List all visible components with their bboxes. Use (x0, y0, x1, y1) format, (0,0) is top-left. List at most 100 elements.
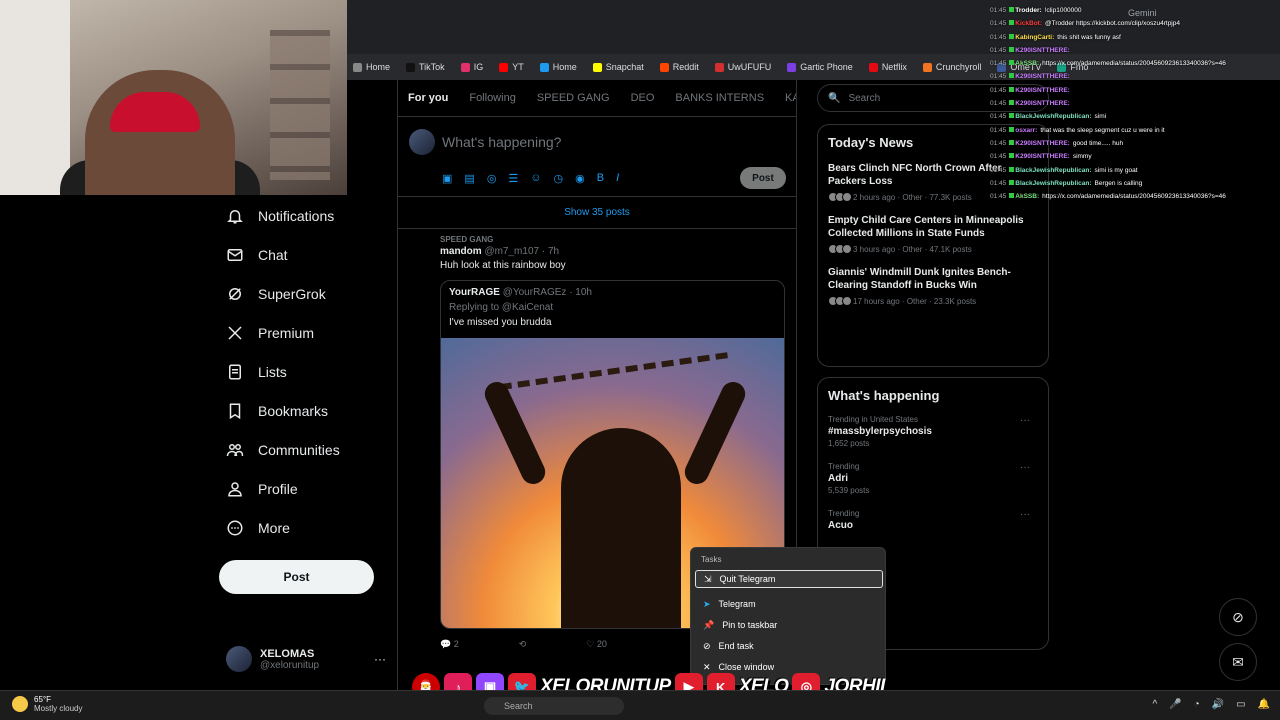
nav-bookmarks[interactable]: Bookmarks (218, 391, 398, 430)
nav-premium[interactable]: Premium (218, 313, 398, 352)
bookmark-label: TikTok (419, 62, 445, 72)
news-item[interactable]: Giannis' Windmill Dunk Ignites Bench-Cle… (828, 266, 1038, 306)
chat-message: 01:45 KabingCarti: this shit was funny asf (990, 31, 1280, 44)
news-meta-text: 17 hours ago · Other · 23.3K posts (853, 296, 977, 306)
chevron-up-icon[interactable]: ^ (1152, 699, 1157, 710)
chat-badge-icon (1009, 179, 1015, 185)
tab-deo[interactable]: DEO (631, 92, 655, 104)
menu-end-task[interactable]: ⊘ End task (695, 637, 883, 655)
more-icon[interactable]: ··· (1020, 462, 1030, 473)
post-button[interactable]: Post (219, 560, 374, 594)
bookmark-item[interactable]: IG (460, 62, 484, 72)
more-icon[interactable]: ··· (1020, 509, 1030, 520)
bookmark-favicon (406, 62, 416, 72)
account-switcher[interactable]: XELOMAS @xelorunitup ··· (226, 643, 386, 675)
tweet-author[interactable]: mandom (440, 246, 482, 257)
nav-label: Profile (258, 480, 298, 497)
bookmark-item[interactable]: Home (539, 62, 577, 72)
reply-button[interactable]: 💬 2 (440, 639, 459, 650)
retweet-button[interactable]: ⟲ (519, 639, 527, 650)
menu-pin-taskbar[interactable]: 📌 Pin to taskbar (695, 616, 883, 634)
chat-timestamp: 01:45 (990, 166, 1007, 174)
tab-for-you[interactable]: For you (408, 92, 448, 104)
bookmark-item[interactable]: Reddit (659, 62, 699, 72)
tab-speed-gang[interactable]: SPEED GANG (537, 92, 610, 104)
mic-icon[interactable]: 🎤 (1169, 699, 1181, 710)
trend-item[interactable]: Trending in United States #massbylerpsyc… (828, 415, 1038, 448)
like-button[interactable]: ♡ 20 (586, 639, 607, 650)
gif-icon[interactable]: ▤ (464, 172, 474, 185)
bookmark-label: Netflix (881, 62, 907, 72)
composer-toolbar: ▣ ▤ ◎ ☰ ☺ ◷ ◉ B I (442, 172, 619, 185)
bookmark-item[interactable]: UwUFUFU (714, 62, 771, 72)
news-item[interactable]: Empty Child Care Centers in Minneapolis … (828, 214, 1038, 254)
bookmark-label: IG (473, 62, 484, 72)
bookmark-item[interactable]: Snapchat (592, 62, 644, 72)
tab-banks-interns[interactable]: BANKS INTERNS (675, 92, 764, 104)
grok-fab-button[interactable]: ⊘ (1219, 598, 1257, 636)
trend-context: Trending in United States (828, 415, 918, 424)
exit-icon: ⇲ (704, 573, 712, 584)
location-icon[interactable]: ◉ (575, 172, 585, 185)
nav-more[interactable]: More (218, 508, 398, 547)
bold-icon[interactable]: B (597, 172, 604, 185)
tab-following[interactable]: Following (469, 92, 515, 104)
menu-quit-telegram[interactable]: ⇲ Quit Telegram (695, 570, 883, 588)
schedule-icon[interactable]: ◷ (554, 172, 564, 185)
volume-icon[interactable]: 🔊 (1212, 699, 1224, 710)
bookmark-label: Reddit (672, 62, 699, 72)
nav-profile[interactable]: Profile (218, 469, 398, 508)
chat-timestamp: 01:45 (990, 46, 1007, 54)
more-icon[interactable]: ··· (1020, 415, 1030, 426)
nav-communities[interactable]: Communities (218, 430, 398, 469)
composer-input[interactable]: What's happening? (442, 134, 561, 150)
tab-kai-mai[interactable]: KAI MAI (785, 92, 796, 104)
emoji-icon[interactable]: ☺ (530, 172, 541, 185)
chat-timestamp: 01:45 (990, 139, 1007, 147)
bell-icon[interactable]: 🔔 (1258, 699, 1270, 710)
news-headline: Empty Child Care Centers in Minneapolis … (828, 215, 1024, 239)
bookmark-label: Snapchat (605, 62, 644, 72)
bookmark-favicon (659, 62, 669, 72)
chat-timestamp: 01:45 (990, 33, 1007, 41)
chat-badge-icon (1009, 46, 1015, 52)
bookmark-item[interactable]: Gartic Phone (787, 62, 853, 72)
bookmark-item[interactable]: Crunchyroll (922, 62, 982, 72)
bookmark-item[interactable]: TikTok (406, 62, 445, 72)
chat-username: BlackJewishRepublican: (1015, 113, 1092, 121)
news-avatars (828, 296, 852, 306)
bookmark-label: Home (552, 62, 577, 72)
like-count: 20 (596, 639, 607, 649)
wifi-icon[interactable]: ◔ (1194, 699, 1200, 710)
show-new-posts[interactable]: Show 35 posts (398, 197, 796, 229)
taskbar-search[interactable]: Search (484, 697, 624, 715)
poll-icon[interactable]: ☰ (508, 172, 518, 185)
bookmark-label: Crunchyroll (935, 62, 982, 72)
more-circle-icon (227, 520, 243, 535)
chat-badge-icon (1009, 86, 1015, 92)
italic-icon[interactable]: I (616, 172, 619, 185)
grok-icon[interactable]: ◎ (487, 172, 497, 185)
composer-post-button[interactable]: Post (740, 167, 786, 189)
trend-item[interactable]: Trending Acuo ··· (828, 509, 1038, 531)
chat-message: 01:45 K290ISNTTHERE: (990, 70, 1280, 83)
messages-fab-button[interactable]: ✉ (1219, 643, 1257, 681)
chat-message: 01:45 K290ISNTTHERE: (990, 84, 1280, 97)
chat-username: K290ISNTTHERE: (1015, 73, 1070, 81)
nav-chat[interactable]: Chat (218, 235, 398, 274)
nav-notifications[interactable]: Notifications (218, 196, 398, 235)
chat-timestamp: 01:45 (990, 153, 1007, 161)
nav-supergrok[interactable]: SuperGrok (218, 274, 398, 313)
image-icon[interactable]: ▣ (442, 172, 452, 185)
battery-icon[interactable]: ▭ (1236, 699, 1245, 710)
menu-telegram[interactable]: ➤ Telegram (695, 595, 883, 613)
quote-header: YourRAGE @YourRAGEz · 10h (441, 281, 784, 298)
bookmark-item[interactable]: Netflix (868, 62, 907, 72)
bookmark-item[interactable]: YT (499, 62, 524, 72)
menu-header: Tasks (701, 555, 722, 564)
trend-item[interactable]: Trending Adri 5,539 posts ··· (828, 462, 1038, 495)
chat-message: 01:45 BlackJewishRepublican: simi (990, 110, 1280, 123)
weather-widget[interactable]: 65°F Mostly cloudy (12, 695, 82, 713)
bookmark-item[interactable]: Home (353, 62, 390, 72)
nav-lists[interactable]: Lists (218, 352, 398, 391)
